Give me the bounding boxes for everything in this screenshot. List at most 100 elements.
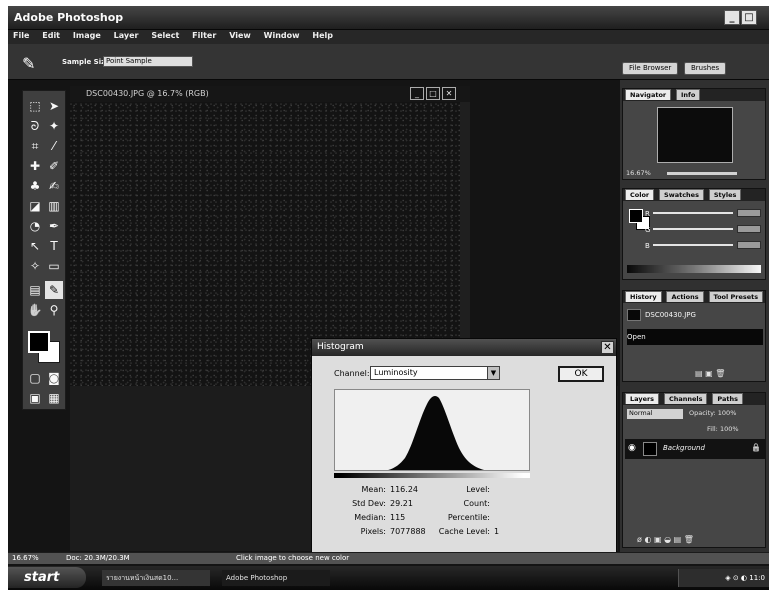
menu-layer[interactable]: Layer [109,30,144,41]
tab-color[interactable]: Color [625,189,655,200]
fill-field[interactable]: Fill: 100% [707,425,739,433]
sample-size-select[interactable]: Point Sample [103,56,193,67]
menu-file[interactable]: File [8,30,34,41]
eyedropper-tool-icon[interactable]: ✎ [45,281,63,299]
eraser-tool-icon[interactable]: ◪ [26,197,44,215]
file-browser-tab[interactable]: File Browser [622,62,679,75]
median-value: 115 [390,513,406,522]
status-zoom[interactable]: 16.67% [12,554,39,562]
tab-navigator[interactable]: Navigator [625,89,672,100]
menu-filter[interactable]: Filter [187,30,221,41]
tab-tool-presets[interactable]: Tool Presets [708,291,764,302]
clock: 11:0 [749,574,765,582]
opacity-field[interactable]: Opacity: 100% [689,409,736,417]
pen-tool-icon[interactable]: ✒ [45,217,63,235]
color-slider-g[interactable]: G [645,225,761,234]
menu-view[interactable]: View [224,30,256,41]
shape-tool-icon[interactable]: ▭ [45,257,63,275]
menu-edit[interactable]: Edit [37,30,65,41]
zoom-tool-icon[interactable]: ⚲ [45,301,63,319]
history-state-open[interactable]: Open [627,329,763,345]
cache-level-value: 1 [494,527,500,536]
menu-bar: File Edit Image Layer Select Filter View… [8,30,769,44]
pen-anchor-icon[interactable]: ✧ [26,257,44,275]
marquee-tool-icon[interactable]: ⬚ [26,97,44,115]
level-label: Level: [466,485,490,494]
history-snapshot[interactable]: DSC00430.JPG [627,307,763,323]
minimize-button[interactable]: _ [724,10,740,25]
type-tool-icon[interactable]: T [45,237,63,255]
median-label: Median: [354,513,386,522]
history-palette: History Actions Tool Presets DSC00430.JP… [622,290,766,382]
taskbar-item-photoshop[interactable]: Adobe Photoshop [222,570,330,586]
tab-actions[interactable]: Actions [666,291,704,302]
eyedropper-icon[interactable]: ✎ [22,54,35,73]
ok-button[interactable]: OK [558,366,604,382]
menu-select[interactable]: Select [146,30,184,41]
menu-help[interactable]: Help [307,30,338,41]
history-actions-icons[interactable]: ▤ ▣ 🗑 [695,369,725,378]
navigator-thumbnail[interactable] [657,107,733,163]
tab-styles[interactable]: Styles [708,189,742,200]
stddev-label: Std Dev: [352,499,386,508]
tab-paths[interactable]: Paths [712,393,743,404]
color-palette: Color Swatches Styles R G B [622,188,766,280]
doc-minimize-button[interactable]: _ [410,87,424,100]
status-doc-size[interactable]: Doc: 20.3M/20.3M [66,554,130,562]
stamp-tool-icon[interactable]: ♣ [26,177,44,195]
notes-tool-icon[interactable]: ▤ [26,281,44,299]
mean-value: 116.24 [390,485,418,494]
menu-image[interactable]: Image [68,30,106,41]
crop-tool-icon[interactable]: ⌗ [26,137,44,155]
channel-select[interactable]: Luminosity ▼ [370,366,500,380]
histogram-curve [388,396,485,470]
tab-info[interactable]: Info [675,89,701,100]
path-select-icon[interactable]: ↖ [26,237,44,255]
tab-channels[interactable]: Channels [663,393,708,404]
hand-tool-icon[interactable]: ✋ [26,301,44,319]
navigator-zoom[interactable]: 16.67% [626,169,651,177]
tray-icons[interactable]: ◈ ⊙ ◐ [725,574,749,582]
healing-brush-icon[interactable]: ✚ [26,157,44,175]
move-tool-icon[interactable]: ➤ [45,97,63,115]
eye-icon[interactable]: ◉ [628,443,636,453]
desktop-screen: Adobe Photoshop _ □ File Edit Image Laye… [8,6,769,590]
color-fg-swatch[interactable] [629,209,643,223]
percentile-label: Percentile: [447,513,490,522]
tab-layers[interactable]: Layers [625,393,660,404]
quickmask-mode-icon[interactable]: ◙ [45,369,63,387]
screen-mode-icon[interactable]: ▣ [26,389,44,407]
history-brush-icon[interactable]: ✍ [45,177,63,195]
histogram-close-button[interactable]: ✕ [601,341,614,354]
brush-tool-icon[interactable]: ✐ [45,157,63,175]
channel-label: Channel: [334,369,370,378]
foreground-color-swatch[interactable] [28,331,50,353]
lasso-tool-icon[interactable]: ᘐ [26,117,44,135]
maximize-button[interactable]: □ [741,10,757,25]
standard-mode-icon[interactable]: ▢ [26,369,44,387]
doc-close-button[interactable]: ✕ [442,87,456,100]
layers-actions-icons[interactable]: ø ◐ ▣ ◒ ▤ 🗑 [637,535,694,544]
app-title: Adobe Photoshop [14,11,124,24]
tab-history[interactable]: History [625,291,662,302]
magic-wand-icon[interactable]: ✦ [45,117,63,135]
color-slider-r[interactable]: R [645,209,761,218]
tab-swatches[interactable]: Swatches [659,189,704,200]
taskbar-item-1[interactable]: รายงานหน้าเงินสด10... [102,570,210,586]
color-slider-b[interactable]: B [645,241,761,250]
navigator-zoom-slider[interactable] [667,172,737,175]
menu-window[interactable]: Window [259,30,305,41]
layer-row-background[interactable]: ◉ Background 🔒 [625,439,765,459]
blend-mode-select[interactable]: Normal [627,409,683,419]
fullscreen-mode-icon[interactable]: ▦ [45,389,63,407]
gradient-tool-icon[interactable]: ▥ [45,197,63,215]
document-title: DSC00430.JPG @ 16.7% (RGB) [86,89,209,98]
color-ramp[interactable] [627,265,761,273]
layer-thumbnail [643,442,657,456]
slice-tool-icon[interactable]: ⁄ [45,137,63,155]
dodge-tool-icon[interactable]: ◔ [26,217,44,235]
brushes-tab[interactable]: Brushes [684,62,727,75]
start-button[interactable]: start [8,567,86,588]
navigator-palette: Navigator Info 16.67% [622,88,766,180]
doc-maximize-button[interactable]: □ [426,87,440,100]
